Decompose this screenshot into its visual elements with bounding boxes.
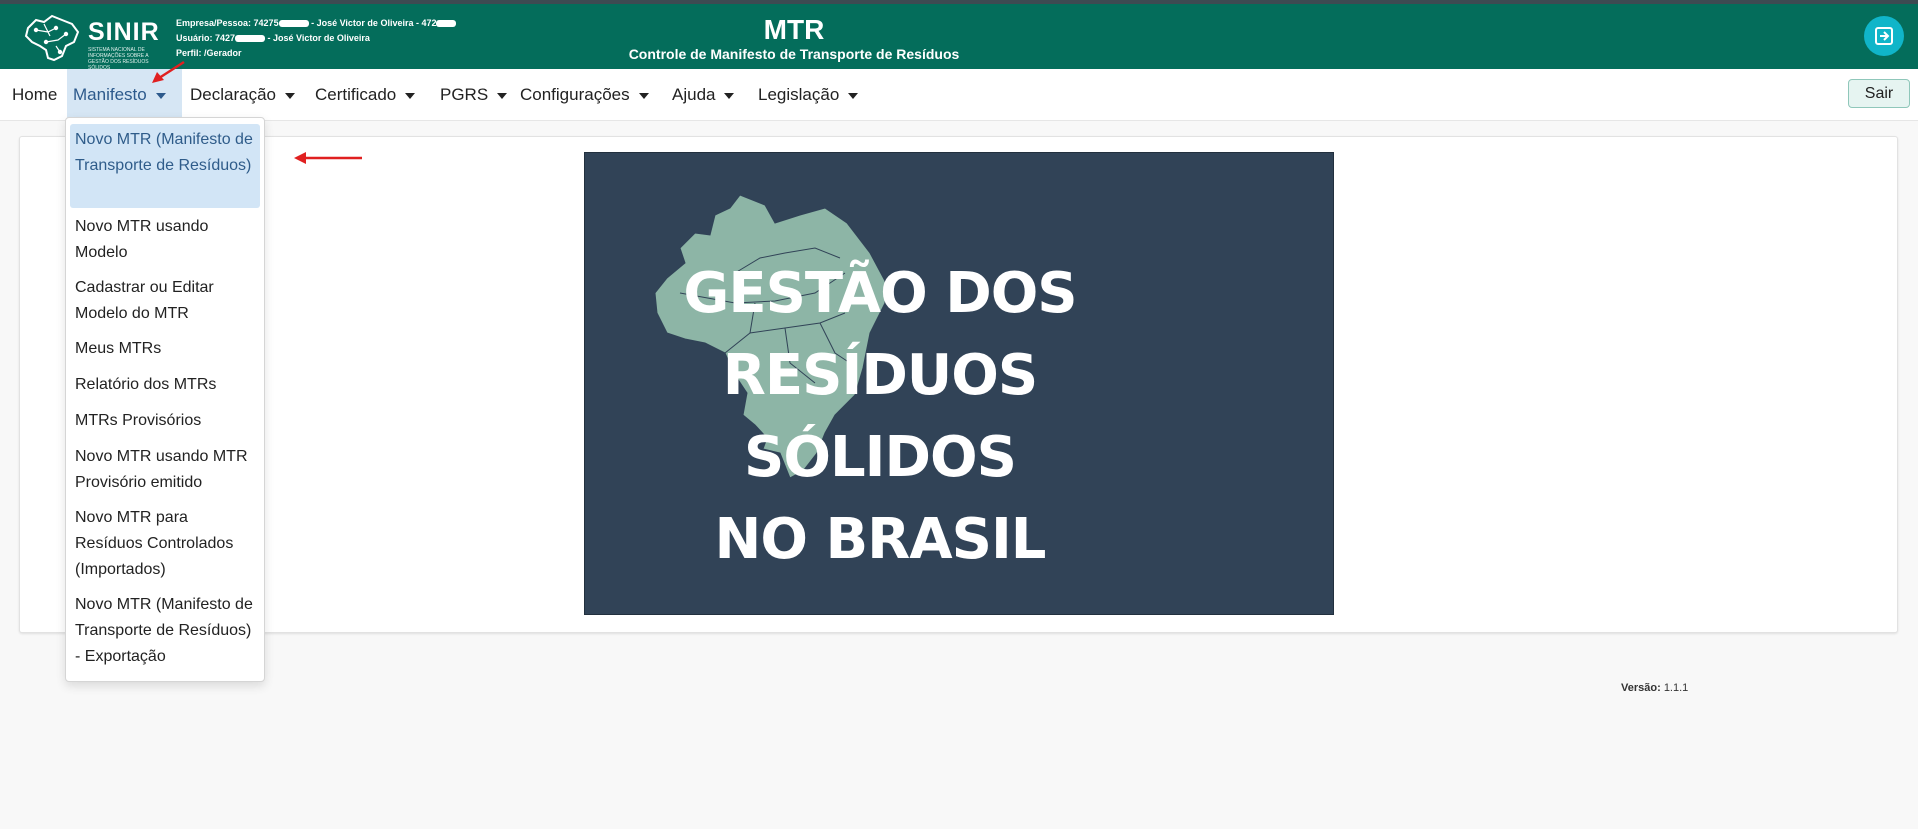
menu-item-relatorio-mtrs[interactable]: Relatório dos MTRs — [70, 372, 260, 398]
menu-item-meus-mtrs[interactable]: Meus MTRs — [70, 336, 260, 362]
logout-icon — [1875, 27, 1893, 45]
menu-item-cadastrar-modelo[interactable]: Cadastrar ou Editar Modelo do MTR — [70, 275, 260, 327]
banner-line-1: GESTÃO DOS — [683, 261, 1077, 326]
menu-item-mtrs-provisorios[interactable]: MTRs Provisórios — [70, 408, 260, 434]
nav-ajuda[interactable]: Ajuda — [666, 69, 740, 121]
manifesto-dropdown-menu: Novo MTR (Manifesto de Transporte de Res… — [65, 117, 265, 682]
nav-certificado[interactable]: Certificado — [309, 69, 421, 121]
nav-manifesto-label: Manifesto — [73, 85, 147, 104]
chevron-down-icon — [638, 92, 649, 99]
menu-item-novo-mtr[interactable]: Novo MTR (Manifesto de Transporte de Res… — [70, 124, 260, 208]
chevron-down-icon — [285, 92, 295, 99]
menu-item-novo-mtr-controlados[interactable]: Novo MTR para Resíduos Controlados (Impo… — [70, 505, 260, 583]
banner-image: GESTÃO DOS RESÍDUOS SÓLIDOS NO BRASIL — [584, 152, 1334, 615]
page-title: MTR — [763, 14, 825, 45]
nav-configuracoes[interactable]: Configurações — [514, 69, 655, 121]
logout-button[interactable] — [1864, 16, 1904, 56]
menu-item-novo-mtr-provisorio[interactable]: Novo MTR usando MTR Provisório emitido — [70, 444, 260, 496]
menu-item-novo-mtr-modelo[interactable]: Novo MTR usando Modelo — [70, 214, 260, 266]
page-subtitle: Controle de Manifesto de Transporte de R… — [628, 46, 960, 62]
version-value: 1.1.1 — [1663, 682, 1689, 694]
nav-declaracao[interactable]: Declaração — [184, 69, 301, 121]
chevron-down-icon — [848, 92, 859, 99]
banner-text: GESTÃO DOS RESÍDUOS SÓLIDOS NO BRASIL — [585, 253, 1175, 581]
chevron-down-icon — [405, 92, 416, 99]
nav-pgrs-label: PGRS — [440, 85, 489, 104]
banner-line-2: RESÍDUOS SÓLIDOS — [722, 343, 1038, 490]
nav-legislacao-label: Legislação — [758, 85, 840, 104]
app-header: SINIR SISTEMA NACIONAL DE INFORMAÇÕES SO… — [0, 4, 1918, 71]
nav-home-label: Home — [12, 85, 58, 104]
annotation-arrow-icon — [294, 152, 362, 164]
banner-line-3: NO BRASIL — [714, 507, 1047, 572]
nav-declaracao-label: Declaração — [190, 85, 276, 104]
nav-home[interactable]: Home — [6, 69, 63, 121]
chevron-down-icon — [724, 92, 735, 99]
main-navbar: Home Manifesto Declaração Certificado PG… — [0, 69, 1918, 121]
version-label: Versão: — [1621, 682, 1661, 694]
chevron-down-icon — [155, 92, 166, 99]
chevron-down-icon — [497, 92, 508, 99]
sair-button[interactable]: Sair — [1848, 79, 1910, 108]
nav-certificado-label: Certificado — [315, 85, 397, 104]
menu-item-novo-mtr-exportacao[interactable]: Novo MTR (Manifesto de Transporte de Res… — [70, 592, 260, 670]
nav-legislacao[interactable]: Legislação — [752, 69, 864, 121]
nav-pgrs[interactable]: PGRS — [434, 69, 513, 121]
annotation-arrow-icon — [152, 60, 185, 83]
nav-ajuda-label: Ajuda — [672, 85, 716, 104]
nav-configuracoes-label: Configurações — [520, 85, 630, 104]
version-info: Versão: 1.1.1 — [1621, 682, 1688, 694]
